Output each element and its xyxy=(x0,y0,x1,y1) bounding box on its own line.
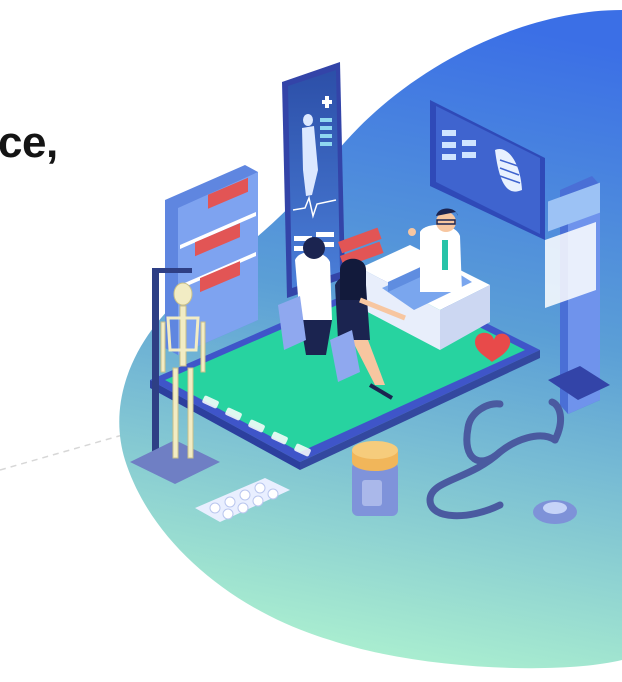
medicine-jar xyxy=(352,441,398,516)
medical-consultation-illustration xyxy=(0,10,622,669)
dashed-connector xyxy=(0,429,141,471)
